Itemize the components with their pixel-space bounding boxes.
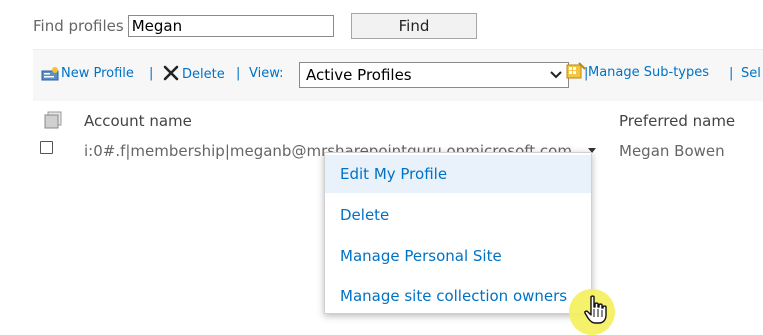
menu-item-label: Manage Personal Site: [340, 247, 502, 265]
preferred-name-cell: Megan Bowen: [619, 142, 725, 160]
select-all-icon[interactable]: [44, 111, 62, 129]
view-select-value: Active Profiles: [306, 66, 412, 84]
profiles-toolbar: New Profile | Delete | View: Active Prof…: [33, 49, 763, 101]
menu-item-label: Edit My Profile: [340, 165, 448, 183]
new-profile-label: New Profile: [61, 66, 134, 81]
manage-subtypes-label: Manage Sub-types: [588, 65, 710, 80]
delete-label: Delete: [182, 66, 225, 82]
toolbar-separator: |: [729, 66, 734, 81]
preferred-name-header[interactable]: Preferred name: [619, 112, 735, 130]
find-profiles-row: Find profiles: [33, 13, 334, 39]
new-profile-link[interactable]: New Profile: [41, 66, 134, 81]
view-label: View:: [249, 66, 284, 81]
account-name-header[interactable]: Account name: [84, 112, 192, 130]
view-select[interactable]: Active Profiles: [299, 62, 569, 88]
delete-link[interactable]: Delete: [162, 64, 225, 82]
menu-item-label: Delete: [340, 206, 390, 224]
select-link-truncated[interactable]: Sel: [741, 66, 761, 81]
manage-subtypes-icon: [566, 62, 586, 79]
hand-pointer-icon: [584, 295, 607, 324]
profile-context-menu: Edit My Profile Delete Manage Personal S…: [324, 152, 592, 314]
find-profiles-label: Find profiles: [33, 17, 124, 35]
menu-item-manage-site-collection-owners[interactable]: Manage site collection owners: [325, 277, 591, 315]
toolbar-separator: |: [236, 66, 241, 81]
menu-item-delete[interactable]: Delete: [325, 196, 591, 234]
delete-x-icon: [163, 65, 179, 81]
find-profiles-input[interactable]: [127, 15, 334, 37]
menu-item-label: Manage site collection owners: [340, 287, 568, 305]
manage-subtypes[interactable]: Manage Sub-types: [566, 62, 709, 80]
menu-item-edit-my-profile[interactable]: Edit My Profile: [325, 155, 591, 193]
find-button[interactable]: Find: [351, 13, 477, 39]
toolbar-separator: |: [149, 66, 154, 81]
menu-item-manage-personal-site[interactable]: Manage Personal Site: [325, 237, 591, 275]
new-profile-icon: [41, 66, 59, 80]
row-checkbox[interactable]: [40, 141, 53, 154]
chevron-down-icon: [550, 71, 562, 79]
